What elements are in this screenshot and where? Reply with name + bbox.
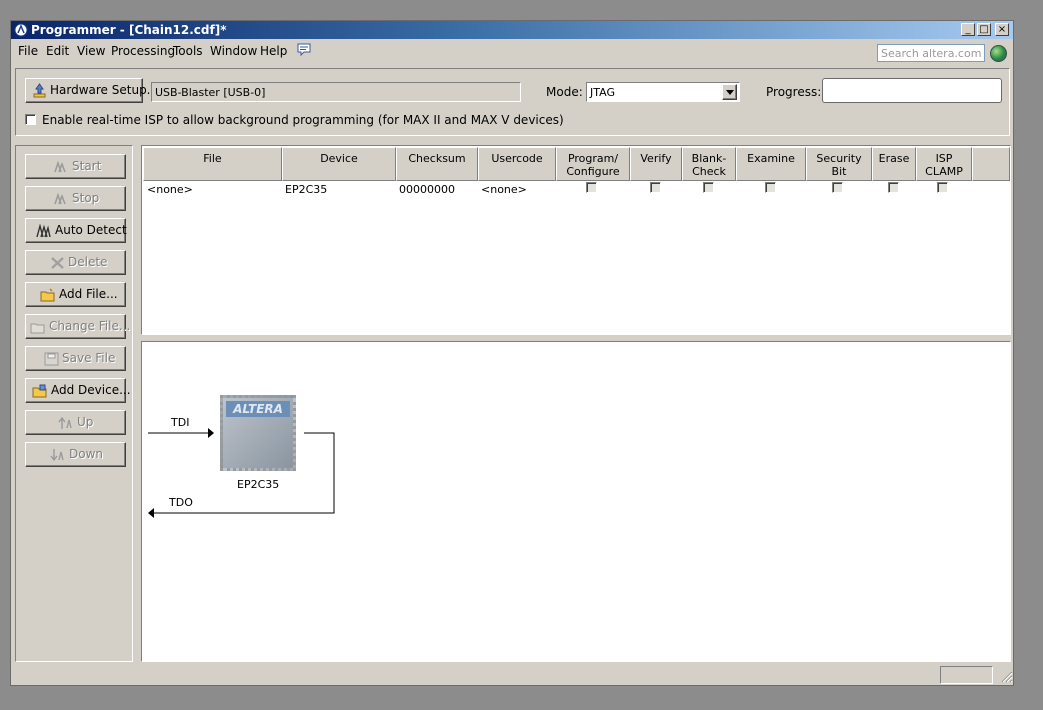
column-header-device[interactable]: Device xyxy=(282,147,396,181)
column-header-erase[interactable]: Erase xyxy=(872,147,916,181)
search-input[interactable]: Search altera.com xyxy=(877,44,985,62)
action-button-panel: Start Stop Auto Detect Delete Add File..… xyxy=(15,145,133,662)
checkbox-verify[interactable] xyxy=(650,182,661,193)
add-device-button[interactable]: Add Device... xyxy=(25,378,131,403)
menu-tools[interactable]: Tools xyxy=(173,44,203,58)
isp-checkbox-label: Enable real-time ISP to allow background… xyxy=(42,113,564,127)
cell-checksum: 00000000 xyxy=(399,183,455,196)
start-icon xyxy=(54,160,66,173)
checkbox-security-bit[interactable] xyxy=(832,182,843,193)
column-header-isp-clamp[interactable]: ISP CLAMP xyxy=(916,147,972,181)
start-label: Start xyxy=(72,159,102,173)
status-panel xyxy=(940,666,993,684)
hardware-setup-icon xyxy=(33,83,46,98)
checkbox-erase[interactable] xyxy=(888,182,899,193)
add-file-label: Add File... xyxy=(59,287,118,301)
menu-bar: File Edit View Processing Tools Window H… xyxy=(11,40,1013,62)
delete-button[interactable]: Delete xyxy=(25,250,126,275)
add-device-icon xyxy=(32,384,47,398)
add-file-button[interactable]: Add File... xyxy=(25,282,126,307)
isp-checkbox[interactable] xyxy=(25,114,36,125)
change-file-button[interactable]: Change File... xyxy=(25,314,130,339)
menu-help[interactable]: Help xyxy=(260,44,287,58)
start-button[interactable]: Start xyxy=(25,154,126,179)
cell-device[interactable]: EP2C35 xyxy=(285,183,327,196)
up-label: Up xyxy=(77,415,94,429)
resize-grip-icon[interactable] xyxy=(1000,670,1013,683)
auto-detect-icon xyxy=(36,224,51,238)
mode-label: Mode: xyxy=(546,85,583,99)
mode-dropdown-button[interactable] xyxy=(722,84,737,100)
programmer-app-icon xyxy=(14,23,28,37)
checkbox-examine[interactable] xyxy=(765,182,776,193)
tdi-label: TDI xyxy=(171,416,190,429)
feedback-icon[interactable] xyxy=(297,43,311,56)
save-file-icon xyxy=(44,352,59,366)
column-header-verify[interactable]: Verify xyxy=(630,147,682,181)
programmer-window: Programmer - [Chain12.cdf]* _ □ × File E… xyxy=(10,20,1014,686)
hardware-setup-button[interactable]: Hardware Setup... xyxy=(25,78,158,103)
down-label: Down xyxy=(69,447,104,461)
change-file-label: Change File... xyxy=(49,319,131,333)
menu-edit[interactable]: Edit xyxy=(46,44,69,58)
stop-label: Stop xyxy=(72,191,100,205)
auto-detect-button[interactable]: Auto Detect xyxy=(25,218,127,243)
device-table: File Device Checksum Usercode Program/ C… xyxy=(141,145,1011,335)
maximize-button[interactable]: □ xyxy=(977,23,991,36)
minimize-button[interactable]: _ xyxy=(961,23,975,36)
stop-icon xyxy=(54,192,66,205)
add-file-icon xyxy=(40,288,55,302)
ep2c35-chip[interactable]: ALTERA xyxy=(220,395,296,471)
delete-icon xyxy=(51,257,64,269)
altera-logo: ALTERA xyxy=(226,401,290,417)
tdo-label: TDO xyxy=(169,496,193,509)
column-header-usercode[interactable]: Usercode xyxy=(478,147,556,181)
hardware-value: USB-Blaster [USB-0] xyxy=(155,86,266,99)
chain-wires xyxy=(148,428,335,518)
mode-select[interactable]: JTAG xyxy=(586,82,740,102)
column-header-blank xyxy=(972,147,1010,181)
menu-processing[interactable]: Processing xyxy=(111,44,175,58)
chevron-down-icon xyxy=(726,90,734,95)
up-icon xyxy=(58,416,72,429)
mode-value: JTAG xyxy=(590,86,615,99)
change-file-icon xyxy=(30,323,45,334)
checkbox-blank-check[interactable] xyxy=(703,182,714,193)
column-header-examine[interactable]: Examine xyxy=(736,147,806,181)
cell-usercode: <none> xyxy=(481,183,527,196)
column-header-checksum[interactable]: Checksum xyxy=(396,147,478,181)
checkbox-program-configure[interactable] xyxy=(586,182,597,193)
save-file-label: Save File xyxy=(62,351,116,365)
menu-file[interactable]: File xyxy=(18,44,38,58)
down-button[interactable]: Down xyxy=(25,442,126,467)
close-button[interactable]: × xyxy=(995,23,1009,36)
hardware-setup-label: Hardware Setup... xyxy=(50,83,159,97)
menu-view[interactable]: View xyxy=(77,44,105,58)
up-button[interactable]: Up xyxy=(25,410,126,435)
hardware-field: USB-Blaster [USB-0] xyxy=(151,82,521,102)
title-bar[interactable]: Programmer - [Chain12.cdf]* _ □ × xyxy=(11,21,1013,39)
status-bar xyxy=(15,666,1013,684)
jtag-chain-diagram: TDI TDO ALTERA EP2C35 xyxy=(141,341,1011,662)
window-title: Programmer - [Chain12.cdf]* xyxy=(31,23,227,37)
device-label: EP2C35 xyxy=(237,478,280,491)
column-header-program-configure[interactable]: Program/ Configure xyxy=(556,147,630,181)
progress-label: Progress: xyxy=(766,85,822,99)
globe-icon[interactable] xyxy=(990,45,1007,62)
menu-window[interactable]: Window xyxy=(210,44,257,58)
save-file-button[interactable]: Save File xyxy=(25,346,126,371)
add-device-label: Add Device... xyxy=(51,383,131,397)
progress-bar xyxy=(822,78,1002,103)
hardware-panel: Hardware Setup... USB-Blaster [USB-0] Mo… xyxy=(15,68,1010,136)
cell-file[interactable]: <none> xyxy=(147,183,193,196)
stop-button[interactable]: Stop xyxy=(25,186,126,211)
auto-detect-label: Auto Detect xyxy=(55,223,127,237)
checkbox-isp-clamp[interactable] xyxy=(937,182,948,193)
down-icon xyxy=(50,449,64,462)
delete-label: Delete xyxy=(68,255,108,269)
column-header-file[interactable]: File xyxy=(143,147,282,181)
column-header-blank-check[interactable]: Blank- Check xyxy=(682,147,736,181)
column-header-security-bit[interactable]: Security Bit xyxy=(806,147,872,181)
search-placeholder: Search altera.com xyxy=(881,47,982,60)
